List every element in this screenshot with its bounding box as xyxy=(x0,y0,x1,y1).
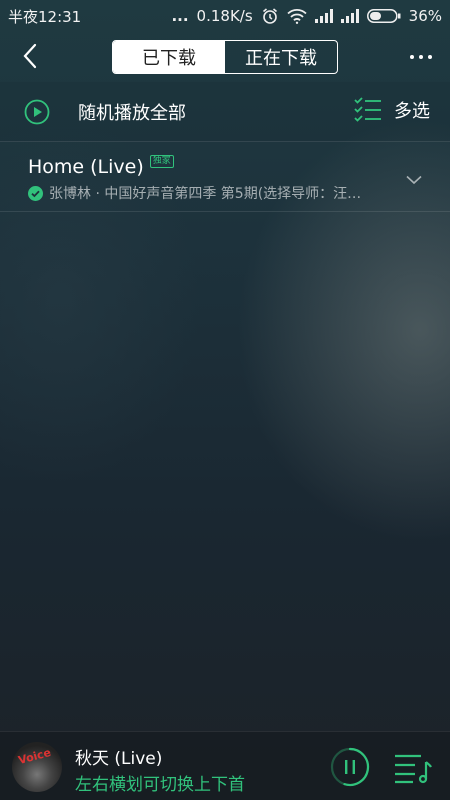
battery-percent: 36% xyxy=(408,7,442,25)
play-circle-icon xyxy=(24,99,50,124)
signal-icon-2 xyxy=(340,9,359,23)
song-title: Home (Live) xyxy=(28,156,144,178)
header: 已下载 正在下载 xyxy=(0,32,450,82)
pause-icon xyxy=(330,747,370,787)
playlist-icon xyxy=(395,754,432,784)
tab-downloading[interactable]: 正在下载 xyxy=(225,41,337,73)
signal-icon xyxy=(314,9,333,23)
download-tabs: 已下载 正在下载 xyxy=(112,40,338,74)
status-dots: ... xyxy=(171,7,189,25)
downloaded-check-icon xyxy=(28,185,43,201)
more-dot xyxy=(419,55,423,59)
status-time: 半夜12:31 xyxy=(8,7,82,26)
now-playing-title: 秋天 (Live) xyxy=(75,749,163,769)
song-subtitle-line: 张博林 · 中国好声音第四季 第5期(选择导师：汪… xyxy=(28,183,388,203)
album-cover-logo: Voice xyxy=(16,745,53,768)
multi-select-icon xyxy=(354,97,381,122)
battery-icon xyxy=(366,9,401,23)
shuffle-play-all-label: 随机播放全部 xyxy=(78,102,186,124)
action-bar: 随机播放全部 多选 xyxy=(0,82,450,142)
exclusive-badge: 独家 xyxy=(149,154,174,168)
wifi-icon xyxy=(287,8,307,24)
more-dot xyxy=(410,55,414,59)
song-menu-button[interactable] xyxy=(406,170,422,189)
back-icon xyxy=(23,43,37,69)
song-title-line: Home (Live) 独家 xyxy=(28,154,174,178)
swipe-hint: 左右横划可切换上下首 xyxy=(75,775,245,795)
status-bar: 半夜12:31 ... 0.18K/s 36% xyxy=(0,0,450,32)
network-speed: 0.18K/s xyxy=(196,7,253,25)
shuffle-play-all-button[interactable]: 随机播放全部 xyxy=(24,99,186,125)
song-artist-album: 张博林 · 中国好声音第四季 第5期(选择导师：汪… xyxy=(49,186,362,202)
chevron-down-icon xyxy=(406,175,422,185)
more-dot xyxy=(428,55,432,59)
playlist-button[interactable] xyxy=(393,750,433,784)
multi-select-label: 多选 xyxy=(394,101,430,122)
alarm-icon xyxy=(261,7,279,25)
multi-select-button[interactable]: 多选 xyxy=(354,96,430,124)
tab-downloaded[interactable]: 已下载 xyxy=(113,41,225,73)
more-button[interactable] xyxy=(406,42,436,72)
song-list-item[interactable]: Home (Live) 独家 张博林 · 中国好声音第四季 第5期(选择导师：汪… xyxy=(0,142,450,212)
pause-button[interactable] xyxy=(330,747,370,787)
status-right: ... 0.18K/s 36% xyxy=(171,7,442,25)
back-button[interactable] xyxy=(16,38,44,74)
album-cover[interactable]: Voice xyxy=(12,742,62,792)
mini-player[interactable]: Voice 秋天 (Live) 左右横划可切换上下首 xyxy=(0,731,450,800)
